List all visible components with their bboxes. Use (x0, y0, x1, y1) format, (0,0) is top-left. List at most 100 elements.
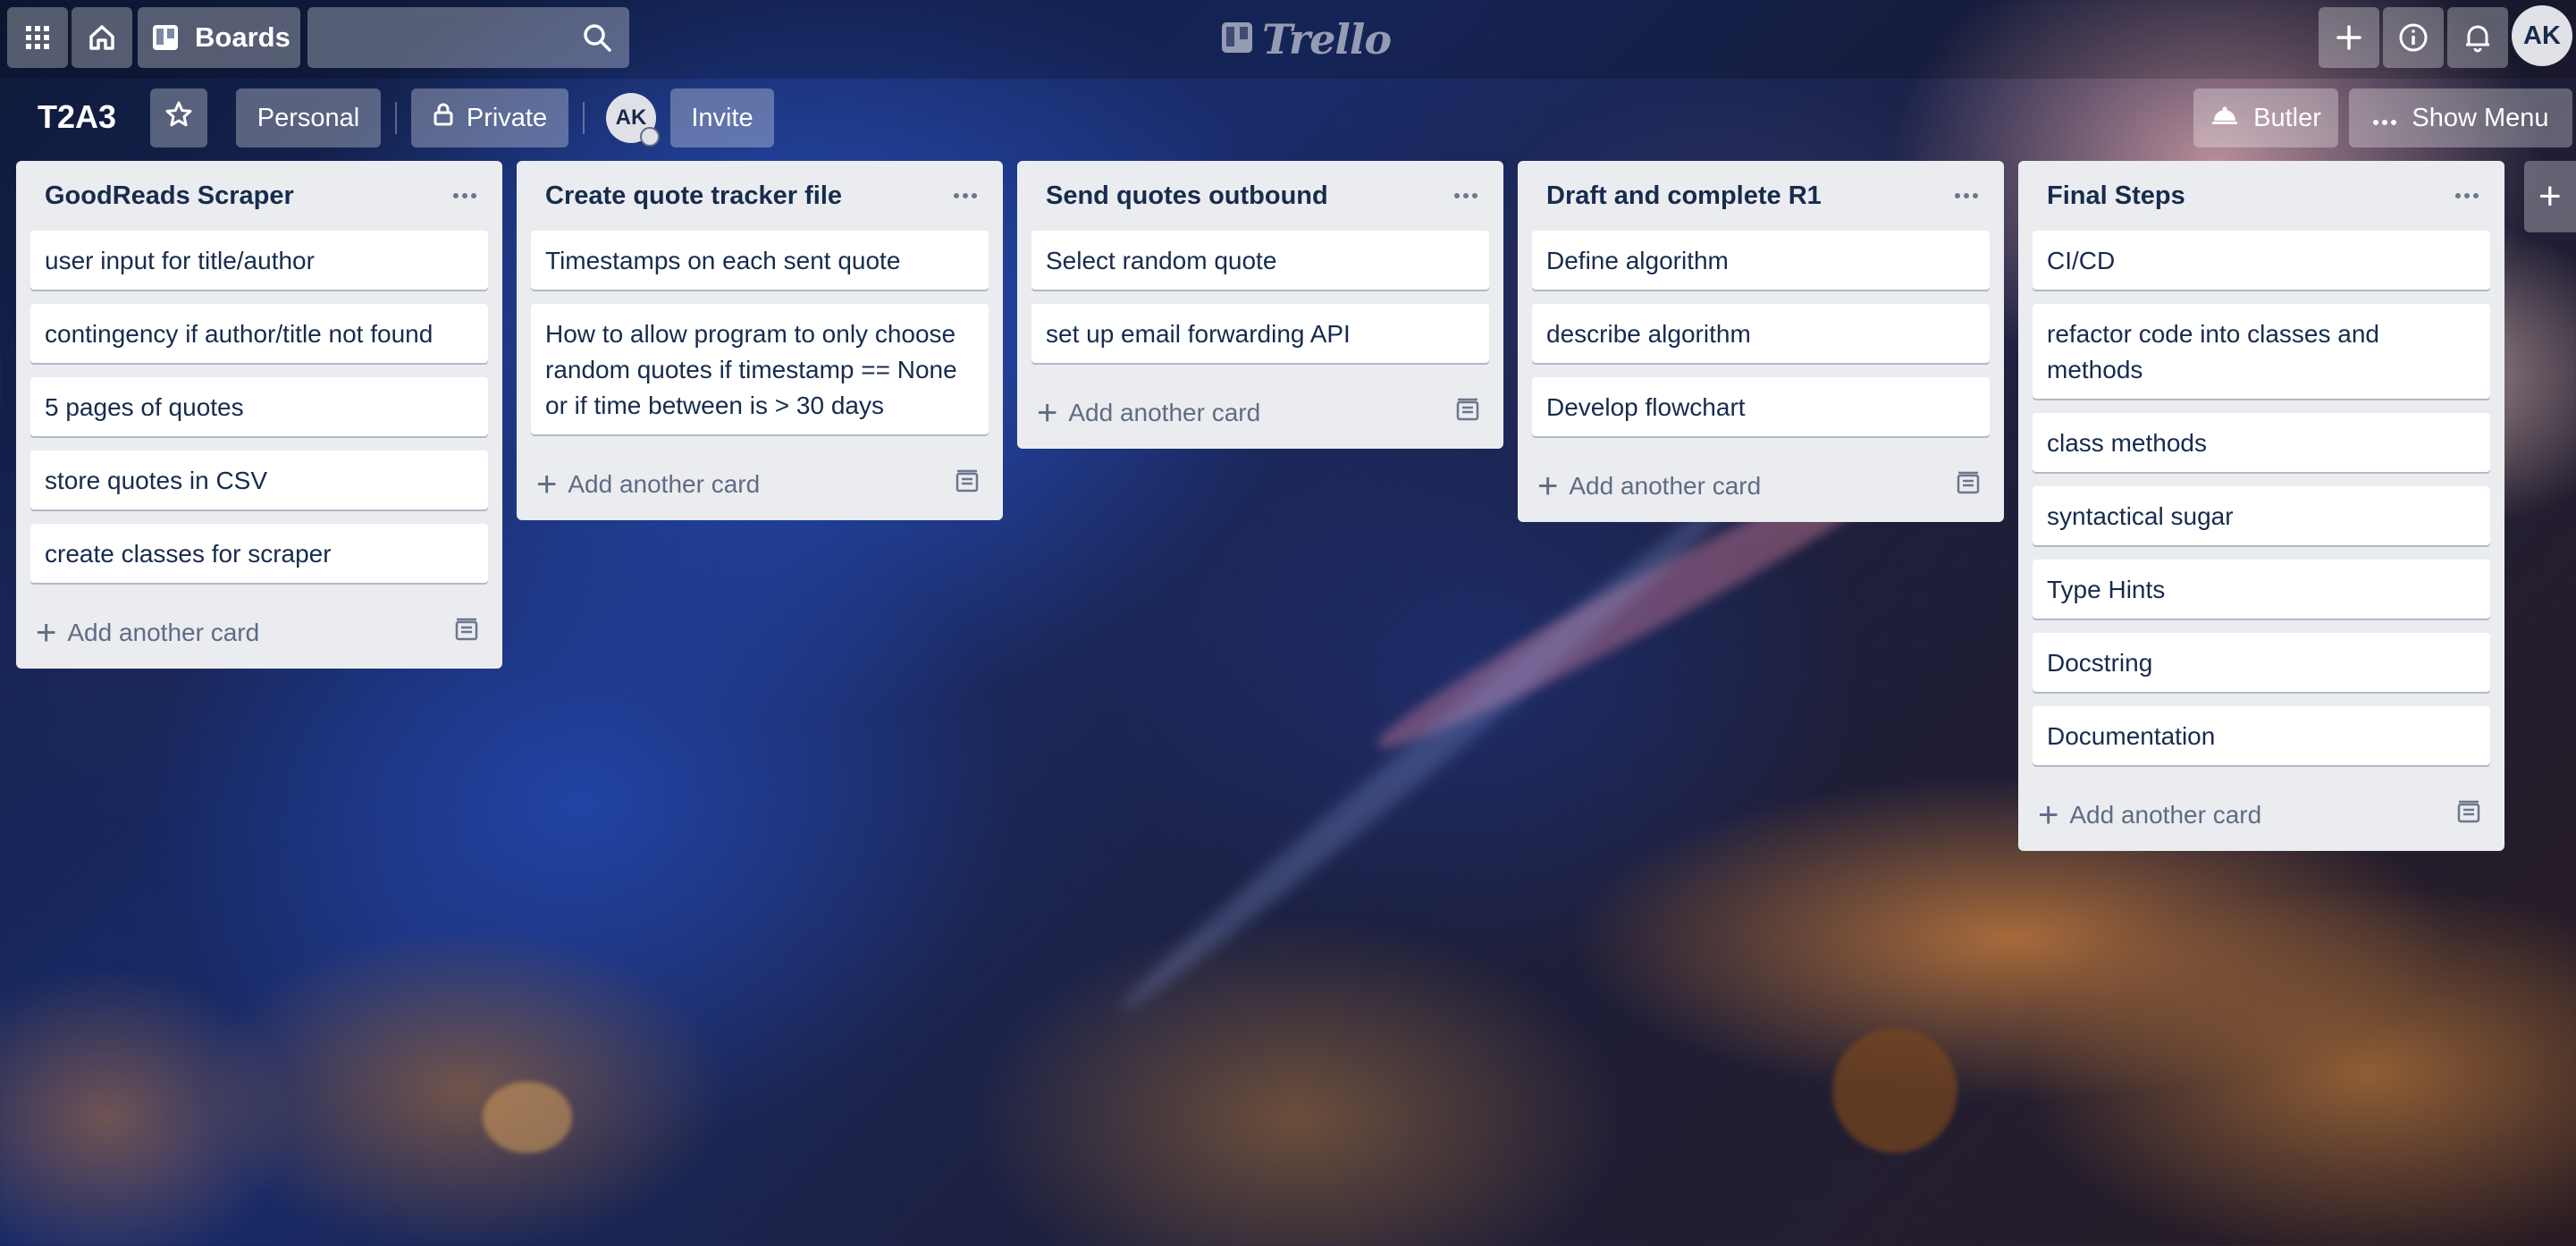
search-input[interactable] (307, 7, 629, 68)
invite-label: Invite (691, 103, 753, 132)
list-title[interactable]: Create quote tracker file (545, 181, 842, 211)
list-menu-icon[interactable] (947, 178, 983, 214)
list-menu-icon[interactable] (447, 178, 483, 214)
add-list-button[interactable]: + (2524, 161, 2576, 232)
card[interactable]: Type Hints (2033, 560, 2490, 619)
add-card-button[interactable]: + Add another card (36, 615, 259, 651)
lock-icon (433, 102, 454, 134)
list-title[interactable]: Send quotes outbound (1046, 181, 1328, 211)
card[interactable]: Develop flowchart (1532, 377, 1990, 436)
list-final-steps[interactable]: Final Steps CI/CD refactor code into cla… (2018, 161, 2504, 851)
plus-icon: + (536, 465, 558, 504)
card[interactable]: Docstring (2033, 633, 2490, 692)
butler-icon (2210, 104, 2239, 133)
add-card-button[interactable]: + Add another card (1037, 395, 1260, 431)
card[interactable]: store quotes in CSV (30, 450, 488, 509)
plus-icon: + (2038, 796, 2059, 835)
card[interactable]: syntactical sugar (2033, 486, 2490, 545)
add-card-row: + Add another card (1518, 450, 2004, 522)
card-template-icon[interactable] (2456, 800, 2481, 831)
list-header: Final Steps (2018, 161, 2504, 231)
card[interactable]: refactor code into classes and methods (2033, 304, 2490, 399)
butler-button[interactable]: Butler (2193, 88, 2338, 147)
header-divider (583, 102, 585, 134)
trello-logo-text: Trello (1262, 15, 1392, 63)
more-icon (2372, 104, 2397, 133)
home-button[interactable] (72, 7, 132, 68)
list-menu-icon[interactable] (2449, 178, 2485, 214)
card-list: Define algorithm describe algorithm Deve… (1518, 231, 2004, 436)
card-template-icon[interactable] (955, 469, 980, 501)
list-goodreads-scraper[interactable]: GoodReads Scraper user input for title/a… (16, 161, 502, 669)
add-card-row: + Add another card (1017, 377, 1503, 449)
card[interactable]: create classes for scraper (30, 524, 488, 583)
list-menu-icon[interactable] (1949, 178, 1984, 214)
card[interactable]: user input for title/author (30, 231, 488, 290)
card-template-icon[interactable] (1455, 398, 1480, 429)
boards-button[interactable]: Boards (138, 7, 300, 68)
card[interactable]: describe algorithm (1532, 304, 1990, 363)
header-divider (395, 102, 397, 134)
add-card-row: + Add another card (2018, 779, 2504, 851)
show-menu-button[interactable]: Show Menu (2349, 88, 2572, 147)
background-streak (483, 1082, 572, 1153)
member-avatar[interactable]: AK (606, 93, 660, 147)
plus-icon: + (1037, 393, 1058, 433)
add-card-button[interactable]: + Add another card (536, 467, 760, 502)
board-icon (152, 24, 179, 51)
list-title[interactable]: Final Steps (2047, 181, 2185, 211)
card-template-icon[interactable] (454, 618, 479, 649)
card-list: user input for title/author contingency … (16, 231, 502, 583)
info-button[interactable] (2383, 7, 2444, 68)
add-card-button[interactable]: + Add another card (1537, 468, 1761, 504)
card[interactable]: Define algorithm (1532, 231, 1990, 290)
list-draft-and-complete-r1[interactable]: Draft and complete R1 Define algorithm d… (1518, 161, 2004, 522)
list-title[interactable]: Draft and complete R1 (1546, 181, 1822, 211)
bell-icon (2463, 22, 2492, 53)
team-button[interactable]: Personal (236, 88, 381, 147)
card[interactable]: CI/CD (2033, 231, 2490, 290)
add-card-label: Add another card (2069, 801, 2262, 829)
top-header: Boards Trello AK (0, 0, 2576, 79)
star-button[interactable] (150, 88, 207, 147)
visibility-button[interactable]: Private (411, 88, 568, 147)
invite-button[interactable]: Invite (670, 88, 774, 147)
card[interactable]: class methods (2033, 413, 2490, 472)
home-icon (87, 22, 117, 53)
trello-logo[interactable]: Trello (1221, 13, 1392, 66)
list-create-quote-tracker[interactable]: Create quote tracker file Timestamps on … (517, 161, 1003, 520)
plus-icon: + (1537, 467, 1559, 506)
list-title[interactable]: GoodReads Scraper (45, 181, 294, 211)
add-card-button[interactable]: + Add another card (2038, 797, 2261, 833)
plus-icon: + (36, 613, 57, 652)
member-initials: AK (615, 105, 647, 130)
card[interactable]: 5 pages of quotes (30, 377, 488, 436)
list-header: Draft and complete R1 (1518, 161, 2004, 231)
card-template-icon[interactable] (1956, 471, 1981, 502)
board-title[interactable]: T2A3 (38, 97, 116, 138)
list-header: GoodReads Scraper (16, 161, 502, 231)
list-header: Send quotes outbound (1017, 161, 1503, 231)
star-icon (164, 100, 193, 136)
add-card-label: Add another card (1569, 472, 1762, 500)
card[interactable]: Timestamps on each sent quote (531, 231, 989, 290)
grid-icon (24, 24, 51, 51)
list-menu-icon[interactable] (1448, 178, 1484, 214)
add-card-label: Add another card (67, 619, 260, 646)
card[interactable]: set up email forwarding API (1031, 304, 1489, 363)
user-avatar[interactable]: AK (2512, 5, 2572, 66)
card[interactable]: How to allow program to only choose rand… (531, 304, 989, 434)
butler-label: Butler (2253, 103, 2321, 132)
apps-button[interactable] (7, 7, 68, 68)
team-label: Personal (257, 103, 360, 132)
add-card-row: + Add another card (16, 597, 502, 669)
create-button[interactable] (2319, 7, 2379, 68)
add-card-row: + Add another card (517, 449, 1003, 520)
info-icon (2398, 22, 2429, 53)
card[interactable]: Select random quote (1031, 231, 1489, 290)
notifications-button[interactable] (2447, 7, 2508, 68)
list-header: Create quote tracker file (517, 161, 1003, 231)
list-send-quotes-outbound[interactable]: Send quotes outbound Select random quote… (1017, 161, 1503, 449)
card[interactable]: Documentation (2033, 706, 2490, 765)
card[interactable]: contingency if author/title not found (30, 304, 488, 363)
